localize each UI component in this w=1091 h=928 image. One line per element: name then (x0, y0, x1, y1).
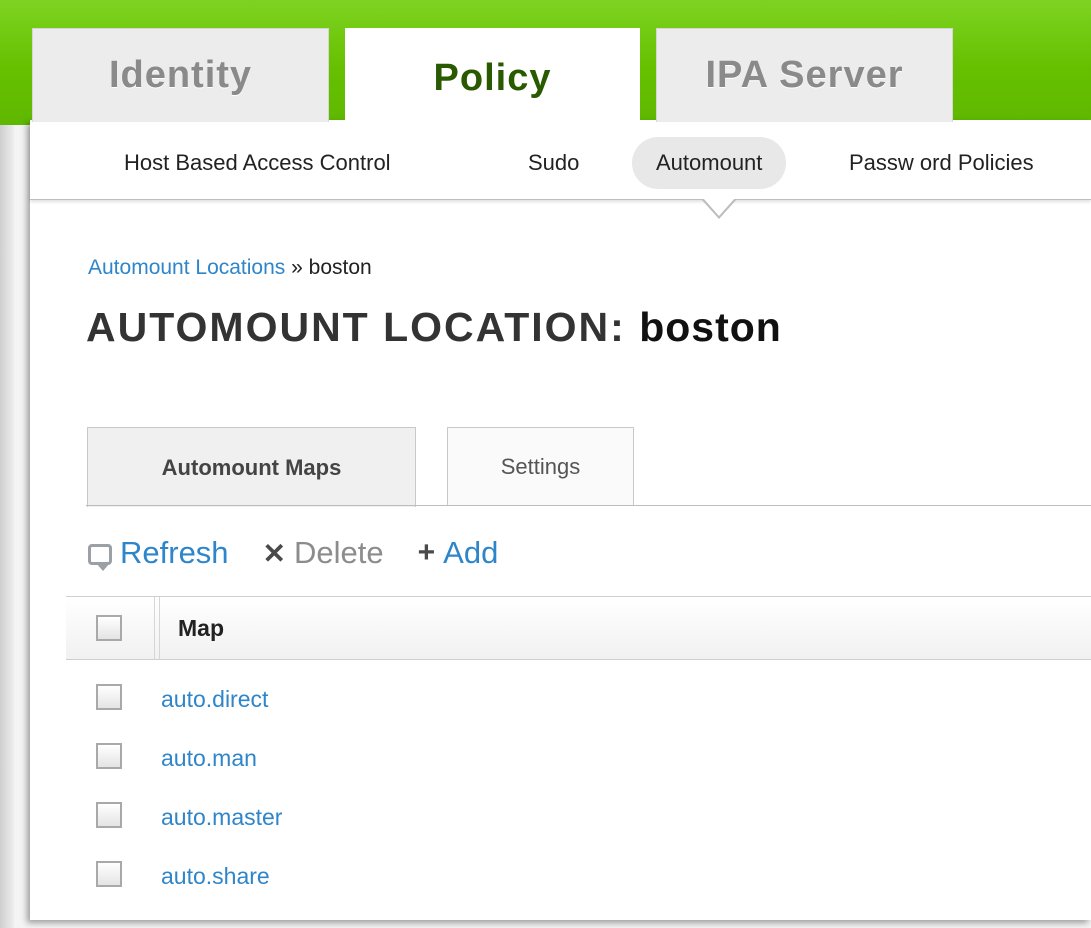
facet-tab-settings[interactable]: Settings (447, 427, 634, 506)
tab-identity[interactable]: Identity (32, 28, 329, 122)
breadcrumb-separator: » (291, 256, 303, 279)
facet-divider (86, 505, 1091, 506)
subnav-hbac[interactable]: Host Based Access Control (100, 137, 415, 189)
subnav-password-policies[interactable]: Passw ord Policies (825, 137, 1058, 189)
tab-policy[interactable]: Policy (345, 28, 640, 128)
select-all-checkbox[interactable] (96, 615, 122, 641)
page-title-prefix: AUTOMOUNT LOCATION: (86, 304, 626, 350)
subnav-automount[interactable]: Automount (632, 137, 787, 189)
row-checkbox[interactable] (96, 802, 122, 828)
left-rail (0, 125, 14, 928)
add-button[interactable]: + Add (418, 535, 499, 571)
subnav-sudo[interactable]: Sudo (504, 137, 603, 189)
facet-tab-automount-maps[interactable]: Automount Maps (87, 427, 416, 507)
breadcrumb-current: boston (308, 256, 372, 279)
page-title: AUTOMOUNT LOCATION: boston (86, 304, 782, 351)
map-link[interactable]: auto.master (161, 804, 282, 831)
delete-button[interactable]: ✕ Delete (263, 535, 384, 571)
sub-navigation: Host Based Access Control Sudo Automount… (30, 125, 1091, 200)
tab-ipa-server[interactable]: IPA Server (656, 28, 953, 122)
delete-label: Delete (294, 535, 384, 570)
table-header: Map (66, 596, 1091, 660)
map-link[interactable]: auto.share (161, 863, 270, 890)
refresh-button[interactable]: Refresh (88, 535, 229, 571)
action-bar: Refresh ✕ Delete + Add (88, 528, 638, 578)
refresh-label: Refresh (120, 535, 229, 570)
plus-icon: + (417, 536, 436, 569)
map-link[interactable]: auto.man (161, 745, 257, 772)
column-header-map[interactable]: Map (178, 615, 224, 642)
page-title-name: boston (639, 304, 782, 350)
row-checkbox[interactable] (96, 743, 122, 769)
refresh-icon (88, 543, 112, 571)
map-link[interactable]: auto.direct (161, 686, 268, 713)
close-icon: ✕ (262, 537, 287, 569)
content-panel (30, 120, 1091, 920)
row-checkbox[interactable] (96, 684, 122, 710)
breadcrumb-parent-link[interactable]: Automount Locations (88, 256, 285, 279)
row-checkbox[interactable] (96, 861, 122, 887)
add-label: Add (443, 535, 499, 570)
breadcrumb: Automount Locations » boston (88, 256, 372, 280)
